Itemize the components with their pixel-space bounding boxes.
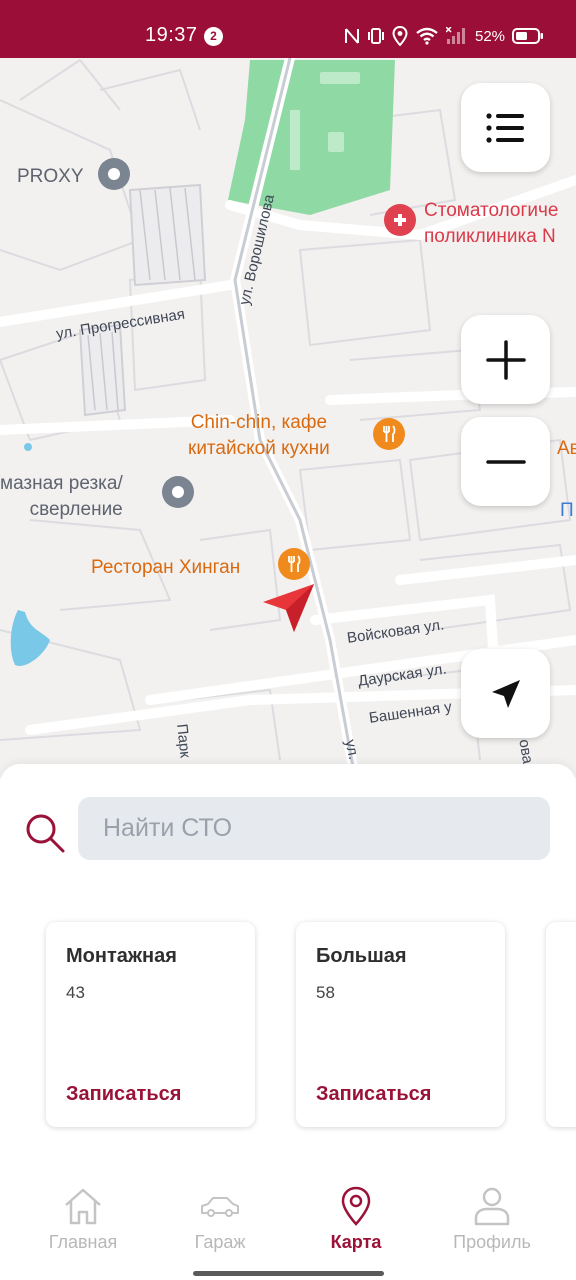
car-icon xyxy=(201,1197,239,1217)
nfc-icon xyxy=(345,28,359,44)
location-icon xyxy=(392,26,408,46)
map-label-cutting: мазная резка/ сверление xyxy=(0,471,123,523)
map-label-dental-line2: поликлиника N xyxy=(424,226,556,247)
user-icon xyxy=(474,1187,510,1226)
user-location-marker xyxy=(263,584,314,632)
map-label-street-park: Парк xyxy=(173,723,194,759)
poi-cutting-pin[interactable] xyxy=(162,476,194,508)
restaurant-icon xyxy=(288,555,301,572)
status-icons: 52% xyxy=(344,24,544,48)
nav-item-home[interactable]: Главная xyxy=(23,1186,143,1253)
signal-icon xyxy=(446,27,465,44)
battery-icon xyxy=(512,28,544,44)
map-label-av: Ав xyxy=(557,438,576,459)
list-icon xyxy=(485,112,524,143)
search-icon[interactable] xyxy=(24,812,66,854)
notification-badge: 2 xyxy=(204,27,223,46)
map-label-cafe-line2: китайской кухни xyxy=(188,438,330,459)
restaurant-icon xyxy=(383,425,396,442)
service-card-montazhnaya[interactable]: Монтажная 43 Записаться xyxy=(46,922,255,1127)
search-input[interactable] xyxy=(78,797,550,860)
poi-cafe-pin[interactable] xyxy=(373,418,405,450)
map-label-dental: Стоматологиче поликлиника N xyxy=(424,198,559,250)
poi-proxy-pin[interactable] xyxy=(98,158,130,190)
map-label-dental-line1: Стоматологиче xyxy=(424,200,559,221)
map-label-cafe: Chin-chin, кафе китайской кухни xyxy=(188,410,330,462)
zoom-out-button[interactable] xyxy=(461,417,550,506)
map-list-button[interactable] xyxy=(461,83,550,172)
nav-label-garage: Гараж xyxy=(194,1232,246,1252)
status-time: 19:37 xyxy=(145,24,198,46)
map-label-proxy: PROXY xyxy=(17,166,84,187)
battery-percent: 52% xyxy=(475,27,506,45)
map-label-restaurant: Ресторан Хинган xyxy=(91,557,241,578)
home-icon xyxy=(65,1188,101,1225)
plus-icon xyxy=(485,339,526,380)
map-view[interactable]: PROXY ул. Ворошилова Стоматологиче полик… xyxy=(0,58,576,778)
nav-label-home: Главная xyxy=(48,1232,118,1252)
poi-dental-pin[interactable] xyxy=(384,204,416,236)
home-indicator[interactable] xyxy=(193,1271,384,1276)
map-pin-icon xyxy=(341,1186,371,1226)
zoom-in-button[interactable] xyxy=(461,315,550,404)
status-bar: 19:37 2 52% xyxy=(0,0,576,58)
medical-cross-icon xyxy=(394,214,406,226)
card-value: 58 xyxy=(316,983,335,1002)
card-value: 43 xyxy=(66,983,85,1002)
wifi-icon xyxy=(416,27,438,45)
minus-icon xyxy=(485,459,526,464)
nav-label-profile: Профиль xyxy=(453,1232,531,1252)
nav-item-map[interactable]: Карта xyxy=(296,1186,416,1253)
service-card-partial[interactable] xyxy=(546,922,576,1127)
card-title: Большая xyxy=(316,945,407,967)
bottom-navigation: Главная Гараж Карта Профиль xyxy=(0,1170,576,1280)
map-label-cafe-line1: Chin-chin, кафе xyxy=(190,412,328,433)
nav-item-garage[interactable]: Гараж xyxy=(160,1186,280,1253)
nav-item-profile[interactable]: Профиль xyxy=(432,1186,552,1253)
book-button[interactable]: Записаться xyxy=(316,1083,431,1106)
map-label-cutting-line2: сверление xyxy=(29,499,123,520)
map-label-p: П xyxy=(560,500,574,521)
card-title: Монтажная xyxy=(66,945,177,967)
my-location-button[interactable] xyxy=(461,649,550,738)
service-card-bolshaya[interactable]: Большая 58 Записаться xyxy=(296,922,505,1127)
poi-restaurant-pin[interactable] xyxy=(278,548,310,580)
book-button[interactable]: Записаться xyxy=(66,1083,181,1106)
navigation-arrow-icon xyxy=(491,679,520,708)
vibrate-icon xyxy=(368,28,384,44)
map-label-cutting-line1: мазная резка/ xyxy=(0,473,123,494)
nav-label-map: Карта xyxy=(330,1232,382,1252)
